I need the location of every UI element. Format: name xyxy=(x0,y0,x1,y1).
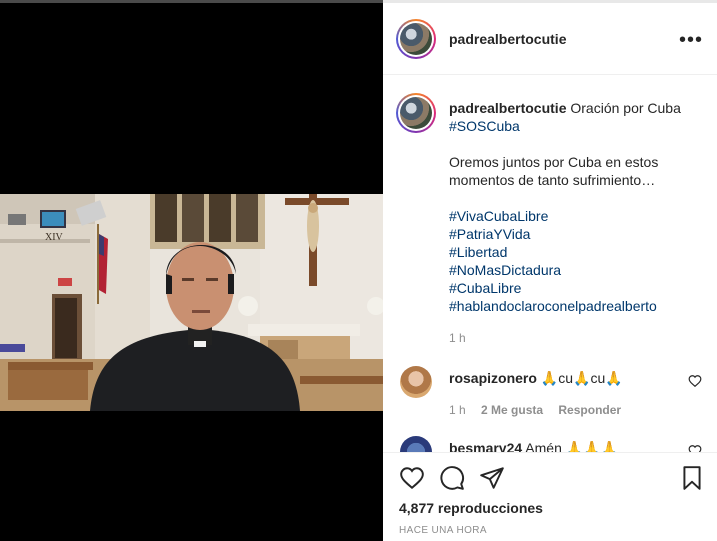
caption-timestamp: 1 h xyxy=(449,331,466,345)
video-scene: XIV xyxy=(0,194,383,411)
post-panel: padrealbertocutie ••• padrealbertocutie … xyxy=(383,0,717,541)
heart-icon[interactable] xyxy=(688,444,702,452)
sign-text: XIV xyxy=(45,232,64,243)
hashtag-link[interactable]: #CubaLibre xyxy=(449,279,706,297)
reply-button[interactable]: Responder xyxy=(558,403,621,417)
heart-icon[interactable] xyxy=(688,374,702,388)
comment-item: besmary24 Amén 🙏🙏🙏 xyxy=(396,436,706,452)
post-timestamp: HACE UNA HORA xyxy=(399,525,487,536)
comment-avatar[interactable] xyxy=(400,366,432,398)
caption: padrealbertocutie Oración por Cuba #SOSC… xyxy=(396,93,706,345)
comment-text: 🙏cu🙏cu🙏 xyxy=(540,370,623,386)
post-header: padrealbertocutie ••• xyxy=(383,3,717,75)
heart-icon[interactable] xyxy=(399,465,425,491)
comment-text: Amén 🙏🙏🙏 xyxy=(525,440,619,452)
caption-title: Oración por Cuba xyxy=(570,100,681,116)
comment-username[interactable]: rosapizonero xyxy=(449,370,537,386)
hashtag-link[interactable]: #hablandoclaroconelpadrealberto xyxy=(449,297,706,315)
top-strip xyxy=(0,0,383,3)
paper-plane-icon[interactable] xyxy=(479,465,505,491)
hashtag-link[interactable]: #SOSCuba xyxy=(449,117,706,135)
hashtag-link[interactable]: #NoMasDictadura xyxy=(449,261,706,279)
video-frame[interactable]: XIV xyxy=(0,194,383,411)
caption-username[interactable]: padrealbertocutie xyxy=(449,100,566,116)
video-container[interactable]: XIV xyxy=(0,0,383,541)
comment-avatar[interactable] xyxy=(400,436,432,452)
author-avatar[interactable] xyxy=(396,19,436,59)
caption-body: Oremos juntos por Cuba en estos momentos… xyxy=(449,154,659,188)
comment-likes[interactable]: 2 Me gusta xyxy=(481,403,543,417)
action-bar: 4,877 reproducciones HACE UNA HORA xyxy=(383,452,717,541)
more-horizontal-icon[interactable]: ••• xyxy=(679,29,703,52)
view-count[interactable]: 4,877 reproducciones xyxy=(399,500,543,516)
hashtag-list: #VivaCubaLibre #PatriaYVida #Libertad #N… xyxy=(449,207,706,315)
comment-username[interactable]: besmary24 xyxy=(449,440,522,452)
hashtag-link[interactable]: #PatriaYVida xyxy=(449,225,706,243)
caption-avatar[interactable] xyxy=(396,93,436,133)
hashtag-link[interactable]: #VivaCubaLibre xyxy=(449,207,706,225)
hashtag-link[interactable]: #Libertad xyxy=(449,243,706,261)
author-username[interactable]: padrealbertocutie xyxy=(449,31,566,47)
comment-bubble-icon[interactable] xyxy=(439,465,465,491)
vent xyxy=(8,214,26,225)
bookmark-icon[interactable] xyxy=(679,465,705,491)
comment-item: rosapizonero 🙏cu🙏cu🙏 1 h 2 Me gusta Resp… xyxy=(396,366,706,417)
comments-section[interactable]: padrealbertocutie Oración por Cuba #SOSC… xyxy=(383,76,717,452)
comment-time: 1 h xyxy=(449,403,466,417)
